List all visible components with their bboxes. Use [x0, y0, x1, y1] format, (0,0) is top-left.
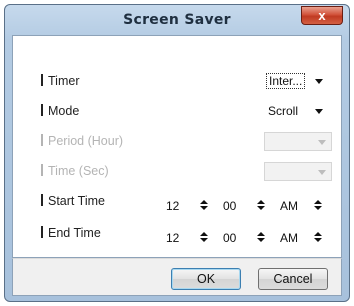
spin-down-icon[interactable]: [314, 206, 322, 210]
period-dropdown[interactable]: [264, 132, 332, 151]
end-time-label: End Time: [41, 226, 101, 240]
end-ampm-value: AM: [280, 231, 298, 245]
start-time-label: Start Time: [41, 194, 105, 208]
mode-label-text: Mode: [48, 104, 80, 118]
timer-label-text: Timer: [48, 74, 80, 88]
spin-down-icon[interactable]: [200, 206, 208, 210]
end-time-label-text: End Time: [48, 226, 101, 240]
close-button[interactable]: x: [301, 6, 343, 25]
settings-panel: Timer Inter... Mode Scroll Period (Hour)…: [12, 35, 342, 258]
period-label: Period (Hour): [41, 134, 123, 148]
start-minute-value: 00: [223, 199, 237, 213]
ok-button-label: OK: [196, 272, 216, 286]
screen-saver-dialog: Screen Saver x Timer Inter... Mode Scrol…: [4, 4, 350, 302]
label-bar: [41, 194, 43, 206]
close-icon: x: [318, 8, 326, 23]
end-minute-value: 00: [223, 231, 237, 245]
ok-button[interactable]: OK: [171, 268, 241, 290]
chevron-down-icon: [318, 140, 326, 145]
timer-value: Inter...: [266, 73, 306, 89]
dialog-title: Screen Saver: [123, 12, 231, 28]
label-bar: [41, 226, 43, 238]
period-label-text: Period (Hour): [48, 134, 124, 148]
spin-up-icon[interactable]: [257, 232, 265, 236]
start-hour-spinner[interactable]: 12: [162, 196, 214, 215]
timer-label: Timer: [41, 74, 79, 88]
spin-up-icon[interactable]: [200, 232, 208, 236]
start-ampm-value: AM: [280, 199, 298, 213]
time-dropdown[interactable]: [264, 162, 332, 181]
spin-up-icon[interactable]: [314, 200, 322, 204]
title-bar[interactable]: Screen Saver x: [5, 5, 349, 35]
label-bar: [41, 134, 43, 146]
end-minute-spinner[interactable]: 00: [219, 228, 271, 247]
cancel-button-label: Cancel: [273, 272, 313, 286]
end-hour-spinner[interactable]: 12: [162, 228, 214, 247]
spin-up-icon[interactable]: [314, 232, 322, 236]
spin-down-icon[interactable]: [200, 238, 208, 242]
start-hour-value: 12: [166, 199, 180, 213]
spin-down-icon[interactable]: [257, 206, 265, 210]
chevron-down-icon: [318, 170, 326, 175]
label-bar: [41, 104, 43, 116]
time-label: Time (Sec): [41, 164, 109, 178]
spin-up-icon[interactable]: [200, 200, 208, 204]
label-bar: [41, 74, 43, 86]
start-time-label-text: Start Time: [48, 194, 105, 208]
mode-value: Scroll: [268, 104, 299, 118]
button-bar: OK Cancel: [12, 258, 342, 296]
start-ampm-spinner[interactable]: AM: [276, 196, 328, 215]
spin-down-icon[interactable]: [314, 238, 322, 242]
cancel-button[interactable]: Cancel: [258, 268, 328, 290]
chevron-down-icon: [315, 79, 323, 84]
spin-down-icon[interactable]: [257, 238, 265, 242]
mode-label: Mode: [41, 104, 79, 118]
start-minute-spinner[interactable]: 00: [219, 196, 271, 215]
mode-dropdown[interactable]: Scroll: [264, 102, 328, 121]
end-ampm-spinner[interactable]: AM: [276, 228, 328, 247]
label-bar: [41, 164, 43, 176]
spin-up-icon[interactable]: [257, 200, 265, 204]
end-hour-value: 12: [166, 231, 180, 245]
time-label-text: Time (Sec): [48, 164, 109, 178]
chevron-down-icon: [315, 109, 323, 114]
timer-dropdown[interactable]: Inter...: [264, 72, 328, 91]
